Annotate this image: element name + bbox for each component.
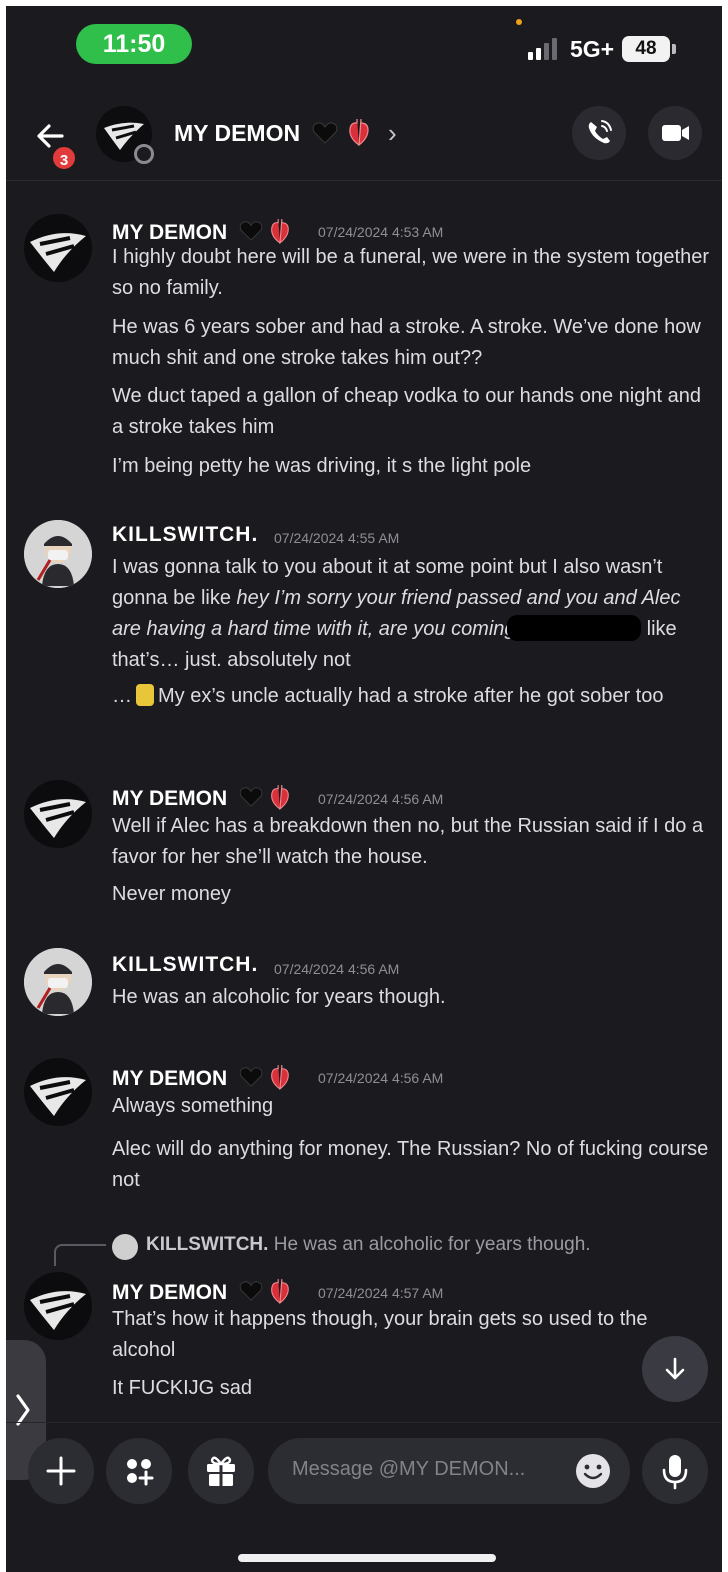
avatar[interactable] [24,1058,92,1126]
video-icon [662,125,689,141]
message-author[interactable]: MY DEMON [112,1064,291,1091]
message-author[interactable]: KILLSWITCH. [112,523,258,547]
claw-logo-icon [30,1291,86,1330]
composer-divider [6,1422,722,1423]
apps-button[interactable] [106,1438,172,1504]
black-heart-icon [239,221,263,241]
message-text: Well if Alec has a breakdown then no, bu… [112,815,704,868]
masked-character-icon [24,948,92,1016]
video-call-button[interactable] [648,106,702,160]
reply-connector [54,1244,106,1266]
message-text: It FUCKIJG sad [112,1377,253,1399]
masked-character-icon [24,520,92,588]
message-text: That’s how it happens though, your brain… [112,1308,648,1361]
message-author[interactable]: MY DEMON [112,1278,291,1305]
attach-button[interactable] [28,1438,94,1504]
voice-message-button[interactable] [642,1438,708,1504]
message-author[interactable]: MY DEMON [112,784,291,811]
message-timestamp: 07/24/2024 4:53 AM [318,224,444,240]
redaction-mark [507,615,642,641]
avatar[interactable] [24,214,92,282]
gift-button[interactable] [188,1438,254,1504]
message-text: I highly doubt here will be a funeral, w… [112,246,709,299]
battery-icon: 48 [622,36,676,62]
scroll-down-icon [665,1357,685,1380]
dm-screen: 11:50 5G+ 48 3 MY DEMON › MY DEMON 07/24… [6,6,722,1572]
unread-badge: 3 [50,144,78,172]
message-author[interactable]: KILLSWITCH. [112,953,258,977]
jump-to-present-button[interactable] [642,1336,708,1402]
claw-logo-icon [30,799,86,838]
reply-preview[interactable]: KILLSWITCH. He was an alcoholic for year… [146,1234,591,1256]
message-text: … My ex’s uncle actually had a stroke aft… [112,684,664,707]
emoji-icon[interactable] [574,1452,612,1490]
avatar[interactable] [24,1272,92,1340]
black-heart-icon [313,122,338,144]
message-text: Always something [112,1095,274,1117]
anatomical-heart-icon [270,1065,289,1091]
message-timestamp: 07/24/2024 4:56 AM [318,791,444,807]
reply-avatar [112,1234,138,1260]
message-input[interactable]: Message @MY DEMON... [268,1438,630,1504]
gift-icon [207,1456,235,1487]
apps-icon [127,1459,154,1486]
message-text: He was 6 years sober and had a stroke. A… [112,316,701,369]
message-text: Never money [112,883,231,905]
status-offline-icon [134,144,154,164]
message-timestamp: 07/24/2024 4:56 AM [318,1070,444,1086]
message-text: Alec will do anything for money. The Rus… [112,1138,709,1191]
message-placeholder: Message @MY DEMON... [292,1458,526,1480]
black-heart-icon [239,1281,263,1301]
message-text: I was gonna talk to you about it at some… [112,556,681,671]
sponge-emoji-icon [136,684,154,706]
message-text: I’m being petty he was driving, it s the… [112,455,532,477]
avatar[interactable] [24,520,92,588]
privacy-indicator-icon [516,19,522,25]
chevron-right-icon[interactable]: › [388,118,397,149]
header-divider [6,180,722,181]
claw-logo-icon [30,233,86,272]
plus-icon [46,1456,76,1486]
call-icon [588,120,612,144]
black-heart-icon [239,787,263,807]
message-timestamp: 07/24/2024 4:56 AM [274,961,400,977]
message-author[interactable]: MY DEMON [112,218,291,245]
message-text: He was an alcoholic for years though. [112,986,446,1008]
avatar[interactable] [24,780,92,848]
anatomical-heart-icon [270,785,289,811]
claw-logo-icon [30,1077,86,1116]
black-heart-icon [239,1067,263,1087]
status-time: 11:50 [76,24,192,64]
signal-icon [528,38,566,60]
anatomical-heart-icon [270,1279,289,1305]
side-chevron-icon [16,1394,30,1426]
anatomical-heart-icon [270,219,289,245]
page-title[interactable]: MY DEMON [174,118,371,147]
avatar[interactable] [24,948,92,1016]
voice-call-button[interactable] [572,106,626,160]
message-text: We duct taped a gallon of cheap vodka to… [112,385,701,438]
anatomical-heart-icon [349,118,369,147]
mic-icon [662,1455,688,1490]
home-indicator [238,1554,496,1562]
message-timestamp: 07/24/2024 4:57 AM [318,1285,444,1301]
message-timestamp: 07/24/2024 4:55 AM [274,530,400,546]
network-type: 5G+ [570,36,615,62]
